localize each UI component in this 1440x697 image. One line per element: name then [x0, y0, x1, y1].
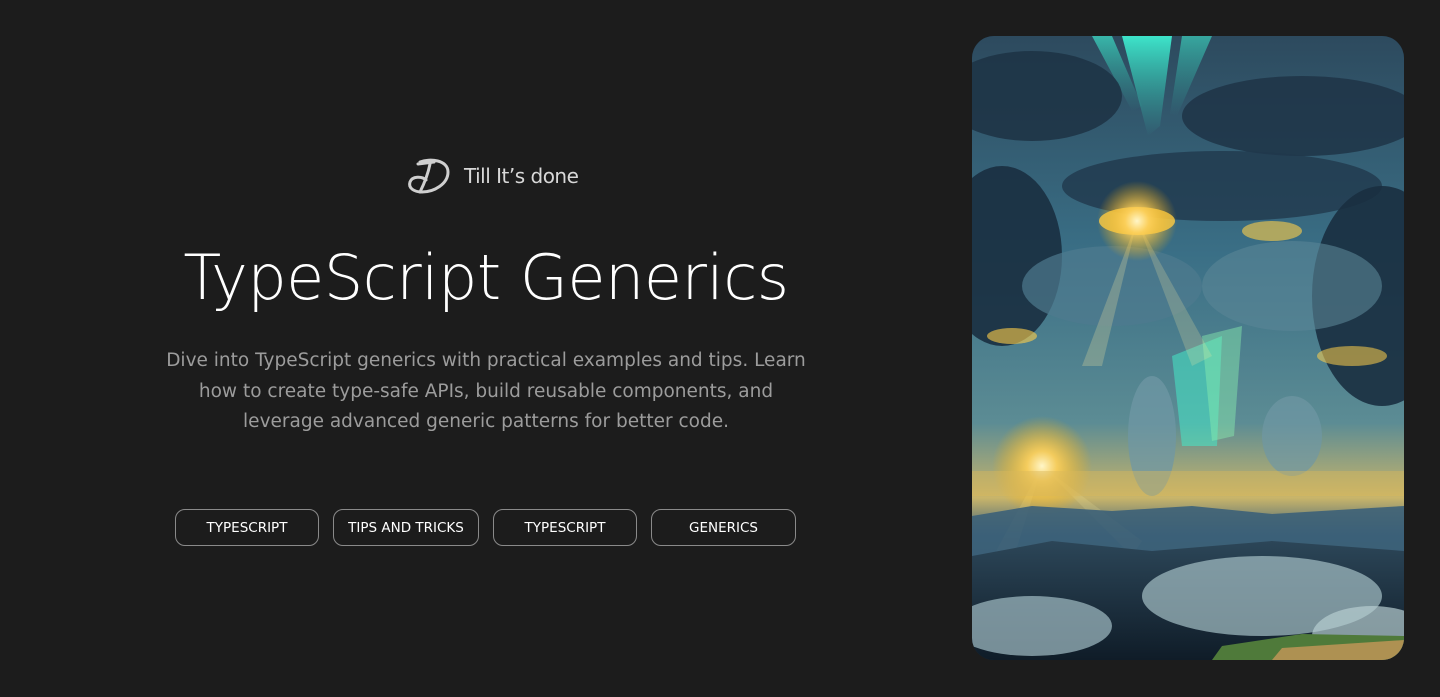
page-title: TypeScript Generics: [183, 241, 789, 314]
tag-list: TYPESCRIPT TIPS AND TRICKS TYPESCRIPT GE…: [175, 509, 796, 546]
post-header: Till It’s done TypeScript Generics Dive …: [0, 0, 972, 697]
tag-typescript-2[interactable]: TYPESCRIPT: [493, 509, 637, 546]
tag-generics[interactable]: GENERICS: [651, 509, 796, 546]
tag-typescript[interactable]: TYPESCRIPT: [175, 509, 319, 546]
till-its-done-logo-icon: [408, 158, 450, 194]
post-description: Dive into TypeScript generics with pract…: [166, 350, 806, 432]
tag-tips-and-tricks[interactable]: TIPS AND TRICKS: [333, 509, 479, 546]
brand[interactable]: Till It’s done: [404, 156, 579, 196]
page: Till It’s done TypeScript Generics Dive …: [0, 0, 1440, 697]
aurora-clouds-landscape-image: [972, 36, 1404, 660]
brand-name: Till It’s done: [464, 164, 579, 188]
